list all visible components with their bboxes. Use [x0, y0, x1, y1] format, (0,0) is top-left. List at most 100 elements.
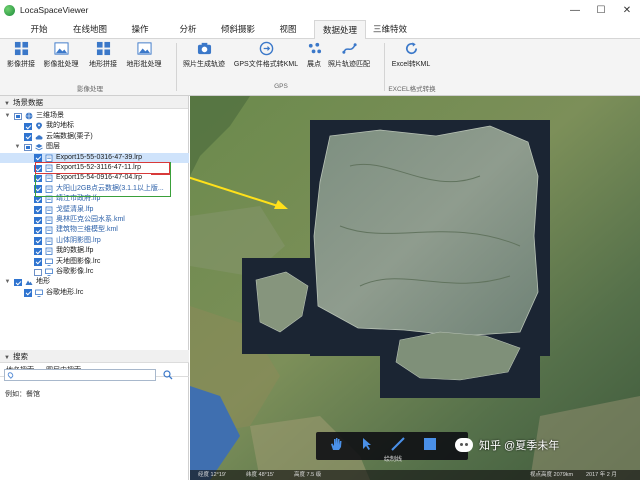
tree-item-checkbox[interactable] — [34, 226, 42, 235]
ribbon-separator — [176, 43, 177, 91]
search-input[interactable] — [4, 369, 156, 381]
pan-hand-icon[interactable] — [328, 436, 344, 452]
tree-item[interactable]: 奥林匹克公园水系.kml — [0, 215, 189, 225]
tab-online-map[interactable]: 在线地图 — [64, 20, 116, 39]
tree-item-label: 三维场景 — [36, 112, 64, 119]
select-arrow-icon[interactable] — [360, 437, 374, 451]
status-eye-altitude: 视点高度 2079km — [530, 472, 574, 478]
expand-toggle-icon[interactable]: ▼ — [4, 111, 11, 121]
photo-track-button[interactable]: 照片生成轨迹 — [182, 41, 226, 75]
close-button[interactable]: ✕ — [614, 0, 640, 20]
tab-view[interactable]: 视图 — [272, 20, 304, 39]
tree-item-checkbox[interactable] — [24, 289, 32, 297]
search-header[interactable]: ▼ 搜索 — [0, 350, 189, 363]
tree-item-label: 图层 — [46, 143, 60, 151]
window-controls: — ☐ ✕ — [562, 0, 640, 20]
search-example-text: 例如：餐馆 — [5, 391, 40, 398]
excel-to-kml-button[interactable]: Excel转KML — [389, 41, 433, 75]
minimize-button[interactable]: — — [562, 0, 588, 20]
tree-item[interactable]: ▼ 图层 — [0, 142, 189, 152]
tree-item-label: 谷歌地形.lrc — [46, 288, 84, 296]
tab-analysis[interactable]: 分析 — [172, 20, 204, 39]
tree-item[interactable]: ▼ 三维场景 — [0, 111, 189, 121]
tab-oblique-photography[interactable]: 倾斜摄影 — [212, 20, 264, 39]
file-icon — [45, 237, 53, 245]
chat-bubble-icon — [455, 438, 473, 452]
search-pane: ▼搜索 地名搜索 图层内搜索 例如：餐馆 — [0, 350, 189, 398]
watermark: 知乎 @夏季未年 — [455, 437, 559, 453]
tree-item-checkbox[interactable] — [24, 122, 32, 131]
tree-item[interactable]: 我的数据.lfp — [0, 246, 189, 256]
map-view[interactable] — [190, 96, 640, 480]
cloud-icon — [35, 135, 43, 140]
tab-3d-effects[interactable]: 三维特效 — [368, 20, 412, 39]
left-panel: ▼ 场景数据 ▼ 三维场景 我的地标 云端数据(栗子) ▼ 图层 Export15-55-03… — [0, 96, 189, 480]
convert-icon — [259, 41, 273, 56]
image-icon — [136, 42, 152, 55]
tree-item-checkbox[interactable] — [14, 112, 22, 120]
image-mosaic-button[interactable]: 影像拼接 — [4, 41, 38, 75]
tree-item[interactable]: 云端数据(栗子) — [0, 132, 189, 142]
photo-track-match-button[interactable]: 照片轨迹匹配 — [326, 41, 372, 75]
app-title: LocaSpaceViewer — [20, 5, 89, 15]
image-batch-button[interactable]: 影像批处理 — [42, 41, 80, 75]
tree-item-checkbox[interactable] — [34, 268, 42, 276]
tree-item-label: 地形 — [36, 278, 50, 286]
tab-start[interactable]: 开始 — [22, 20, 56, 39]
tree-item-checkbox[interactable] — [34, 206, 42, 214]
tab-data-processing[interactable]: 数据处理 — [314, 20, 366, 40]
tree-item-label: 谷歌影像.lrc — [56, 268, 94, 275]
draw-line-icon[interactable] — [390, 436, 406, 452]
gps-to-kml-button[interactable]: GPS文件格式转KML — [230, 41, 302, 75]
title-bar: LocaSpaceViewer — ☐ ✕ — [0, 0, 640, 20]
tree-item[interactable]: 戈壁清泉.lfp — [0, 205, 189, 215]
status-latitude: 纬度 48°15' — [246, 472, 275, 478]
scene-tree: ▼ 三维场景 我的地标 云端数据(栗子) ▼ 图层 Export15-55-0316-47-… — [0, 109, 189, 346]
terrain-batch-button[interactable]: 地形批处理 — [124, 41, 164, 75]
tree-item-checkbox[interactable] — [34, 258, 42, 266]
expand-toggle-icon[interactable]: ▼ — [4, 277, 11, 287]
tree-item-checkbox[interactable] — [34, 216, 42, 224]
tree-item[interactable]: 山体阴影图.lrp — [0, 236, 189, 246]
tree-item-label: 我的地标 — [46, 122, 74, 130]
search-icon[interactable] — [163, 370, 173, 380]
status-altitude: 高度 7.5 级 — [294, 472, 322, 478]
tree-item-checkbox[interactable] — [24, 143, 32, 152]
monitor-icon — [35, 289, 43, 297]
draw-rectangle-icon[interactable] — [422, 436, 438, 452]
pin-icon — [36, 122, 42, 130]
ribbon: 影像拼接 影像批处理 地形拼接 地形批处理 照片生成轨迹 GPS文件格式转KML… — [0, 39, 640, 96]
tree-item[interactable]: 谷歌地形.lrc — [0, 288, 189, 298]
monitor-icon — [45, 268, 53, 276]
tree-item[interactable]: 我的地标 — [0, 121, 189, 131]
file-icon — [45, 247, 53, 256]
tree-item[interactable]: ▼ 地形 — [0, 277, 189, 287]
tree-item-checkbox[interactable] — [24, 133, 32, 141]
camera-icon — [197, 42, 211, 55]
map-status-bar: 经度 12°19' 纬度 48°15' 高度 7.5 级 视点高度 2079km… — [190, 470, 640, 480]
expand-toggle-icon[interactable]: ▼ — [14, 142, 21, 152]
annotation-red-underline — [151, 173, 170, 175]
group-label-excel: EXCEL格式转换 — [388, 86, 436, 93]
status-longitude: 经度 12°19' — [198, 472, 227, 478]
ribbon-separator — [384, 43, 385, 91]
tree-item-checkbox[interactable] — [34, 247, 42, 256]
scatter-icon — [308, 42, 321, 54]
terrain-mosaic-button[interactable]: 地形拼接 — [86, 41, 120, 75]
tree-item-checkbox[interactable] — [34, 154, 42, 162]
tree-item[interactable]: 天地图影像.lrc — [0, 257, 189, 267]
tree-item-label: 奥林匹克公园水系.kml — [56, 216, 125, 223]
map-canvas[interactable] — [190, 96, 640, 480]
tree-item[interactable]: 建筑物三维模型.kml — [0, 225, 189, 235]
menu-bar: 开始 在线地图 操作 分析 倾斜摄影 视图 数据处理 三维特效 — [0, 20, 640, 40]
file-icon — [45, 154, 53, 162]
map-toolbar-label: 绘制线 — [384, 457, 403, 463]
scene-data-header[interactable]: ▼ 场景数据 — [0, 96, 188, 109]
tab-operate[interactable]: 操作 — [124, 20, 156, 39]
scatter-points-button[interactable]: 展点 — [304, 41, 324, 75]
maximize-button[interactable]: ☐ — [588, 0, 614, 20]
tree-item[interactable]: 谷歌影像.lrc — [0, 267, 189, 277]
tree-item-checkbox[interactable] — [34, 237, 42, 245]
match-icon — [341, 43, 357, 54]
tree-item-checkbox[interactable] — [14, 278, 22, 287]
